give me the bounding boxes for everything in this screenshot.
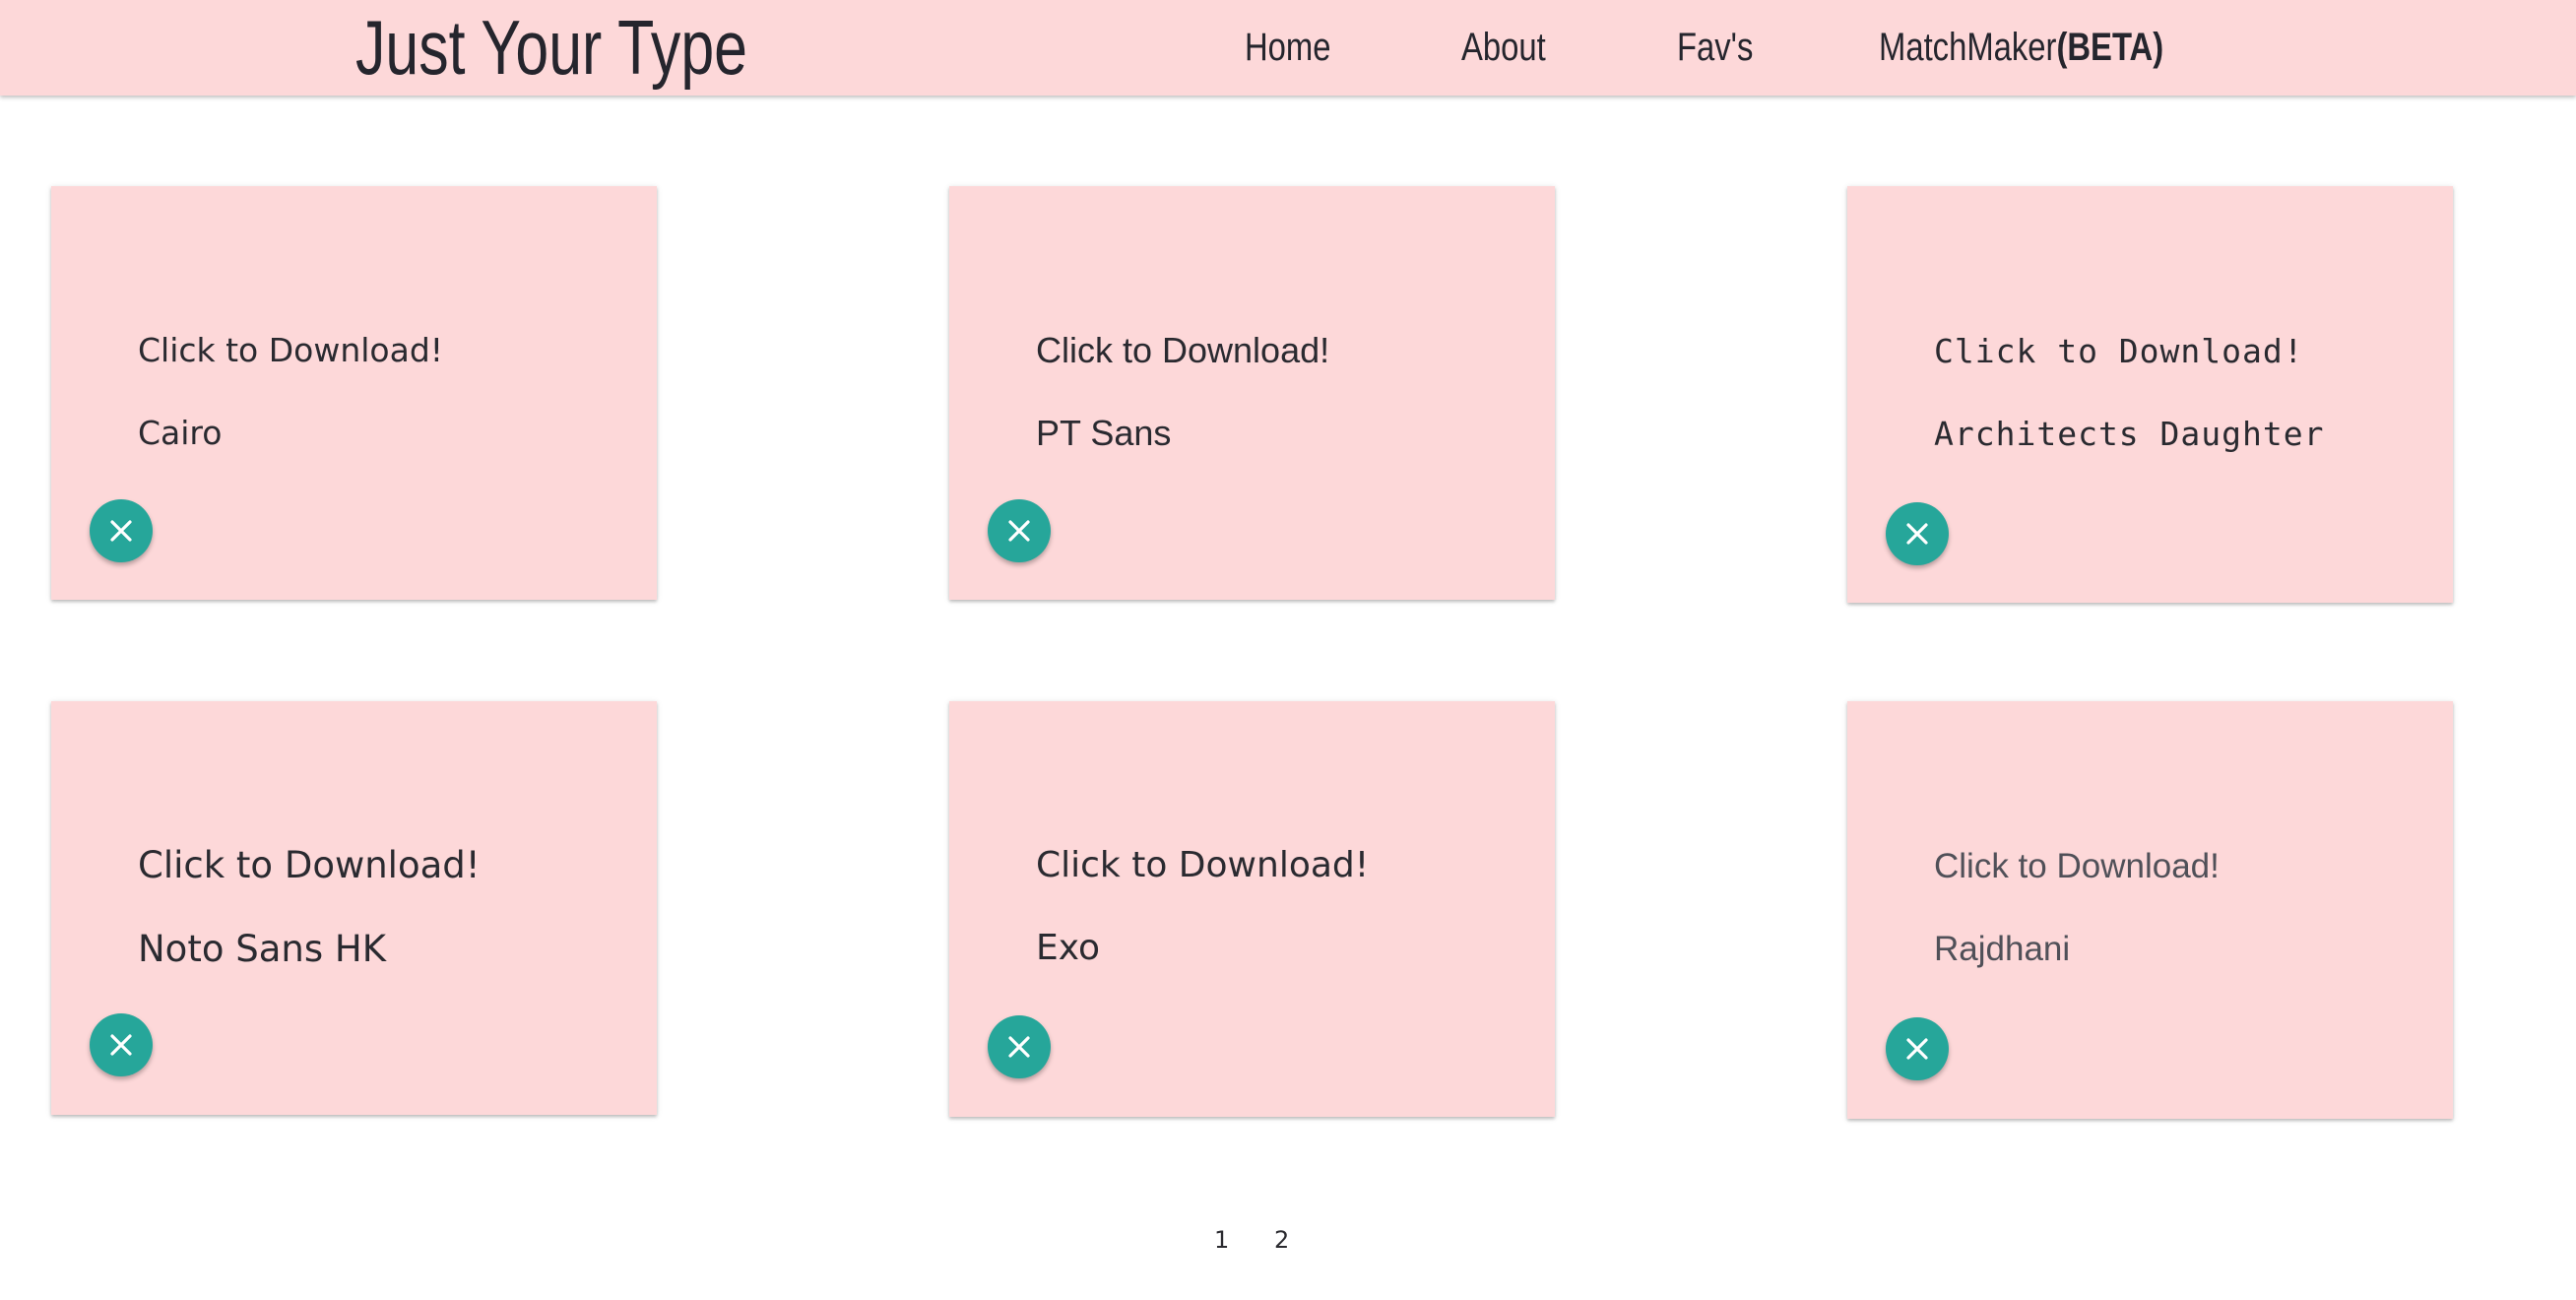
close-icon: [1008, 520, 1030, 542]
font-card-rajdhani[interactable]: Click to Download! Rajdhani: [1847, 701, 2453, 1119]
top-navbar: Just Your Type Home About Fav's MatchMak…: [0, 0, 2576, 96]
download-prompt[interactable]: Click to Download!: [1934, 845, 2220, 888]
font-name: Rajdhani: [1934, 930, 2071, 968]
download-prompt[interactable]: Click to Download!: [1036, 329, 1329, 372]
close-icon: [110, 520, 132, 542]
font-card-exo[interactable]: Click to Download! Exo: [949, 701, 1555, 1117]
close-icon: [110, 1034, 132, 1056]
remove-card-button[interactable]: [988, 499, 1051, 562]
page-link-2[interactable]: 2: [1274, 1225, 1289, 1255]
download-prompt[interactable]: Click to Download!: [138, 844, 481, 887]
remove-card-button[interactable]: [90, 499, 153, 562]
brand-title[interactable]: Just Your Type: [355, 3, 747, 92]
nav-favs-link[interactable]: Fav's: [1677, 20, 1753, 75]
page-link-1[interactable]: 1: [1214, 1225, 1229, 1255]
nav-about-link[interactable]: About: [1461, 20, 1546, 75]
remove-card-button[interactable]: [1886, 502, 1949, 565]
close-icon: [1008, 1036, 1030, 1058]
remove-card-button[interactable]: [988, 1015, 1051, 1078]
font-name: Architects Daughter: [1934, 415, 2325, 453]
close-icon: [1906, 523, 1928, 545]
download-prompt[interactable]: Click to Download!: [1934, 330, 2304, 373]
font-name: Noto Sans HK: [138, 928, 386, 970]
remove-card-button[interactable]: [1886, 1017, 1949, 1080]
download-prompt[interactable]: Click to Download!: [138, 329, 443, 372]
nav-home-link[interactable]: Home: [1245, 20, 1330, 75]
font-card-cairo[interactable]: Click to Download! Cairo: [51, 186, 657, 600]
font-card-architects-daughter[interactable]: Click to Download! Architects Daughter: [1847, 186, 2453, 603]
font-card-noto-sans-hk[interactable]: Click to Download! Noto Sans HK: [51, 701, 657, 1115]
close-icon: [1906, 1038, 1928, 1060]
nav-matchmaker-beta-tag: (BETA): [2056, 26, 2164, 69]
download-prompt[interactable]: Click to Download!: [1036, 844, 1369, 887]
font-name: Exo: [1036, 928, 1100, 968]
remove-card-button[interactable]: [90, 1013, 153, 1076]
font-name: Cairo: [138, 414, 223, 452]
font-name: PT Sans: [1036, 413, 1172, 453]
nav-matchmaker-label: MatchMaker: [1879, 26, 2057, 69]
nav-matchmaker-link[interactable]: MatchMaker(BETA): [1879, 20, 2163, 75]
font-card-pt-sans[interactable]: Click to Download! PT Sans: [949, 186, 1555, 600]
